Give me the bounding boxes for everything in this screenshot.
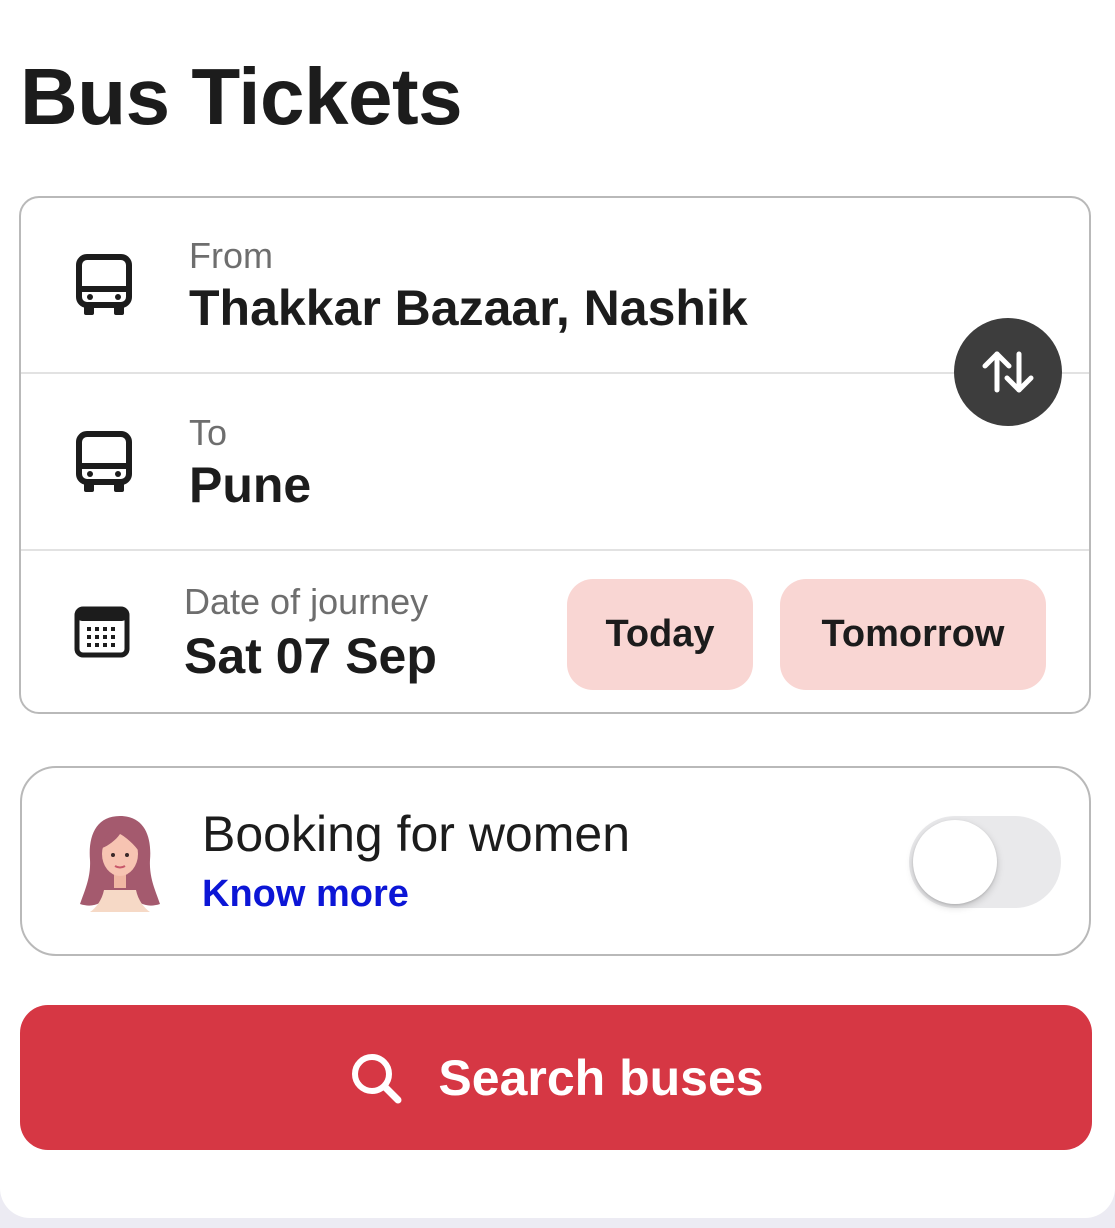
woman-avatar-icon: [80, 816, 160, 912]
women-booking-card: Booking for women Know more: [20, 766, 1091, 956]
tomorrow-button[interactable]: Tomorrow: [780, 579, 1046, 690]
to-label: To: [189, 412, 228, 453]
from-value: Thakkar Bazaar, Nashik: [189, 280, 748, 336]
page-sheet: Bus Tickets From Thakkar Bazaar, Nashik: [0, 0, 1115, 1218]
today-button[interactable]: Today: [567, 579, 753, 690]
search-icon: [352, 1053, 402, 1103]
search-buses-button[interactable]: Search buses: [20, 1005, 1092, 1150]
from-field[interactable]: From Thakkar Bazaar, Nashik: [21, 198, 1089, 373]
women-booking-title: Booking for women: [202, 806, 631, 862]
search-card: From Thakkar Bazaar, Nashik To Pune Date…: [19, 196, 1091, 714]
journey-date-field[interactable]: Date of journey Sat 07 Sep Today Tomorro…: [21, 552, 1089, 714]
swap-route-button[interactable]: [954, 318, 1062, 426]
to-value: Pune: [189, 457, 312, 513]
divider: [21, 372, 1089, 374]
toggle-knob: [913, 820, 997, 904]
journey-date-value: Sat 07 Sep: [184, 628, 437, 684]
swap-arrows-icon: [982, 351, 1034, 393]
divider: [21, 549, 1089, 551]
search-buses-label: Search buses: [438, 1049, 764, 1106]
page-title: Bus Tickets: [20, 52, 463, 141]
calendar-icon: [74, 606, 130, 658]
journey-date-label: Date of journey: [184, 581, 429, 622]
know-more-link[interactable]: Know more: [202, 872, 409, 916]
women-booking-toggle[interactable]: [909, 816, 1061, 908]
bus-icon: [76, 254, 132, 315]
bus-icon: [76, 431, 132, 492]
to-field[interactable]: To Pune: [21, 375, 1089, 550]
from-label: From: [189, 235, 273, 276]
